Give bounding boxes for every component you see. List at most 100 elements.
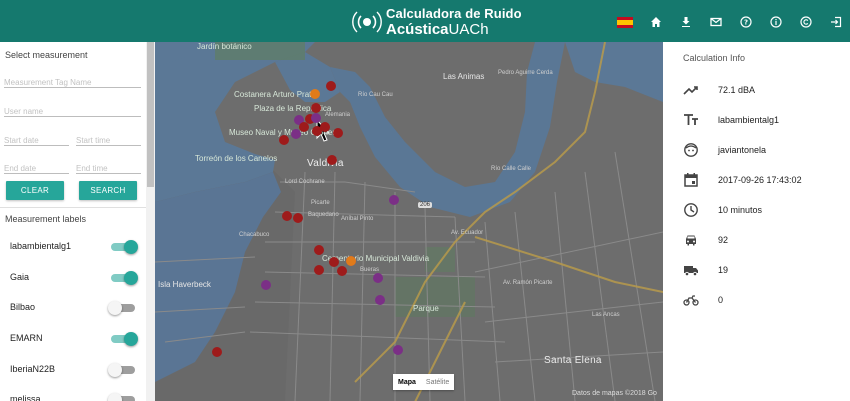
user-name-input[interactable]	[4, 107, 141, 116]
label-toggle[interactable]	[108, 240, 138, 254]
info-value: 92	[718, 235, 729, 245]
label-name: EMARN	[10, 333, 43, 343]
measurement-marker[interactable]	[293, 213, 303, 223]
measurement-marker[interactable]	[311, 103, 321, 113]
logo-subtitle: AcústicaUACh	[386, 21, 489, 38]
measurement-marker[interactable]	[337, 266, 347, 276]
tag-name-field[interactable]	[4, 72, 141, 88]
measurement-marker[interactable]	[291, 129, 301, 139]
app-header: Calculadora de Ruido AcústicaUACh ?	[0, 0, 850, 42]
start-time-field[interactable]	[76, 130, 141, 146]
search-button[interactable]: SEARCH	[79, 181, 137, 200]
map-label: Las Ancas	[592, 312, 620, 318]
filter-panel-scrollbar[interactable]	[146, 42, 155, 401]
motorcycle-icon	[683, 292, 699, 308]
start-date-input[interactable]	[4, 136, 69, 145]
label-toggle[interactable]	[108, 301, 138, 315]
measurement-marker[interactable]	[311, 113, 321, 123]
label-item: IberiaN22B	[0, 360, 146, 384]
info-icon[interactable]	[766, 11, 786, 33]
label-item: EMARN	[0, 329, 146, 353]
measurement-marker[interactable]	[375, 295, 385, 305]
measurement-marker[interactable]	[212, 347, 222, 357]
clear-button[interactable]: CLEAR	[6, 181, 64, 200]
label-item: Gaia	[0, 268, 146, 292]
tab-map[interactable]: Mapa	[393, 379, 421, 386]
info-row-date: 2017-09-26 17:43:02	[663, 172, 850, 192]
home-icon[interactable]	[646, 11, 666, 33]
tag-name-input[interactable]	[4, 78, 141, 87]
measurement-marker[interactable]	[346, 256, 356, 266]
calculation-panel: Calculation Info 72.1 dBA labambientalg1…	[663, 42, 850, 401]
svg-text:?: ?	[744, 19, 748, 27]
help-icon[interactable]: ?	[736, 11, 756, 33]
map-label: Chacabuco	[239, 232, 270, 238]
download-icon[interactable]	[676, 11, 696, 33]
measurement-marker[interactable]	[389, 195, 399, 205]
map-label: Av. Ecuador	[451, 230, 484, 236]
measurement-marker[interactable]	[282, 211, 292, 221]
map-base	[155, 42, 663, 401]
car-icon	[683, 232, 699, 248]
app-logo[interactable]: Calculadora de Ruido AcústicaUACh	[352, 6, 522, 38]
info-row-label: labambientalg1	[663, 112, 850, 132]
map-label: Isla Haverbeck	[158, 280, 211, 289]
end-date-input[interactable]	[4, 164, 69, 173]
spain-flag-icon[interactable]	[615, 11, 635, 33]
scrollbar-thumb[interactable]	[147, 42, 154, 187]
map-attribution: Datos de mapas ©2018 Go	[572, 390, 657, 397]
map-label: Jardín botánico	[197, 42, 252, 51]
measurement-marker[interactable]	[393, 345, 403, 355]
map-label: Río Cau Cau	[358, 92, 393, 98]
map-label: Baquedano	[308, 212, 339, 218]
measurement-marker[interactable]	[299, 122, 309, 132]
start-date-field[interactable]	[4, 130, 69, 146]
start-time-input[interactable]	[76, 136, 141, 145]
filter-panel: Select measurement CLEAR SEARCH Measurem…	[0, 42, 146, 401]
label-name: Gaia	[10, 272, 30, 282]
clock-icon	[683, 202, 699, 218]
measurement-marker[interactable]	[261, 280, 271, 290]
map-view[interactable]: Jardín botánico Costanera Arturo Prat Pl…	[155, 42, 663, 401]
info-value: javiantonela	[718, 145, 767, 155]
end-time-field[interactable]	[76, 158, 141, 174]
map-label: Pedro Aguirre Cerda	[498, 70, 553, 76]
tab-satellite[interactable]: Satélite	[421, 379, 454, 386]
route-shield: 206	[418, 202, 433, 208]
map-label: Costanera Arturo Prat	[234, 90, 312, 99]
label-toggle[interactable]	[108, 332, 138, 346]
map-label: Alemania	[325, 112, 351, 118]
calculation-title: Calculation Info	[683, 53, 746, 63]
login-icon[interactable]	[826, 11, 846, 33]
measurement-marker[interactable]	[314, 245, 324, 255]
measurement-marker[interactable]	[373, 273, 383, 283]
label-toggle[interactable]	[108, 363, 138, 377]
mail-icon[interactable]	[706, 11, 726, 33]
measurement-marker[interactable]	[327, 155, 337, 165]
truck-icon	[683, 262, 699, 278]
user-name-field[interactable]	[4, 101, 141, 117]
measurement-marker[interactable]	[333, 128, 343, 138]
sound-waves-icon	[352, 7, 382, 37]
measurement-marker[interactable]	[314, 265, 324, 275]
info-value: 19	[718, 265, 729, 275]
measurement-marker[interactable]	[310, 89, 320, 99]
label-toggle[interactable]	[108, 271, 138, 285]
measurement-marker[interactable]	[279, 135, 289, 145]
map-label: Santa Elena	[544, 355, 602, 366]
label-toggle[interactable]	[108, 393, 138, 401]
map-label: Parque	[413, 304, 439, 313]
info-row-level: 72.1 dBA	[663, 82, 850, 102]
map-label: Picarte	[311, 200, 330, 206]
logo-title: Calculadora de Ruido	[386, 6, 522, 21]
measurement-marker[interactable]	[326, 81, 336, 91]
copyright-icon[interactable]	[796, 11, 816, 33]
end-date-field[interactable]	[4, 158, 69, 174]
calendar-icon	[683, 172, 699, 188]
divider	[0, 207, 146, 208]
measurement-marker[interactable]	[320, 122, 330, 132]
end-time-input[interactable]	[76, 164, 141, 173]
measurement-marker[interactable]	[329, 257, 339, 267]
trending-up-icon	[683, 82, 699, 98]
info-row-user: javiantonela	[663, 142, 850, 162]
